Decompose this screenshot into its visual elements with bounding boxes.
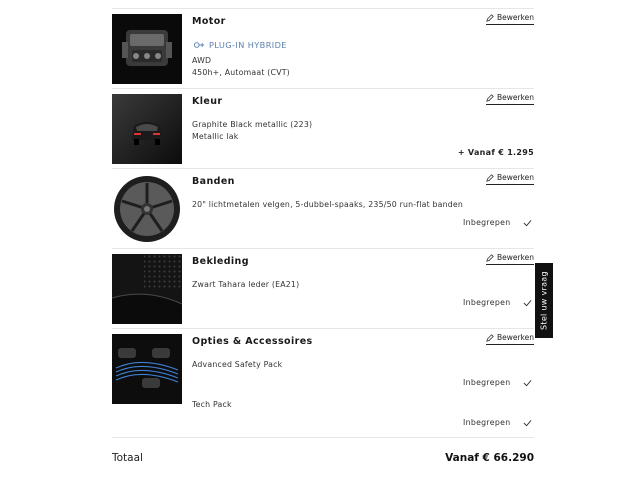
wheel-description: 20" lichtmetalen velgen, 5-dubbel-spaaks… [192, 200, 464, 209]
hybrid-label: PLUG-IN HYBRIDE [209, 40, 287, 50]
pencil-icon [486, 13, 494, 22]
pencil-icon [486, 333, 494, 342]
section-banden: Banden Bewerken 20" lichtmetalen velgen,… [112, 168, 534, 248]
safety-pack-image [112, 334, 182, 404]
edit-banden-button[interactable]: Bewerken [485, 173, 534, 185]
configuration-summary: Motor Bewerken PLUG-IN HYBRIDE AWD 450h+… [0, 0, 640, 480]
edit-label: Bewerken [496, 13, 534, 22]
checkmark-icon [523, 380, 532, 387]
total-price: Vanaf € 66.290 [445, 452, 534, 464]
option-item-label: Tech Pack [192, 400, 232, 409]
section-title: Opties & Accessoires [192, 336, 313, 347]
included-status: Inbegrepen [463, 218, 511, 227]
wheel-image [112, 174, 182, 244]
edit-label: Bewerken [496, 93, 534, 102]
option-item-label: Advanced Safety Pack [192, 360, 283, 369]
paint-type-text: Metallic lak [192, 132, 239, 141]
plug-in-hybrid-badge: PLUG-IN HYBRIDE [194, 40, 287, 50]
section-opties: Opties & Accessoires Bewerken Advanced S… [112, 328, 534, 438]
included-status: Inbegrepen [463, 418, 511, 427]
included-status: Inbegrepen [463, 378, 511, 387]
color-price: + Vanaf € 1.295 [457, 148, 534, 157]
edit-motor-button[interactable]: Bewerken [485, 13, 534, 25]
section-title: Bekleding [192, 256, 249, 267]
edit-bekleding-button[interactable]: Bewerken [485, 253, 534, 265]
total-row: Totaal Vanaf € 66.290 [112, 437, 534, 480]
car-color-image [112, 94, 182, 164]
plug-icon [194, 42, 205, 48]
section-title: Kleur [192, 96, 223, 107]
edit-label: Bewerken [496, 253, 534, 262]
included-status: Inbegrepen [463, 298, 511, 307]
engine-image [112, 14, 182, 84]
section-motor: Motor Bewerken PLUG-IN HYBRIDE AWD 450h+… [112, 8, 534, 88]
checkmark-icon [523, 220, 532, 227]
edit-label: Bewerken [496, 333, 534, 342]
engine-text: 450h+, Automaat (CVT) [192, 68, 290, 77]
pencil-icon [486, 173, 494, 182]
pencil-icon [486, 93, 494, 102]
color-name-text: Graphite Black metallic (223) [192, 120, 313, 129]
section-title: Banden [192, 176, 235, 187]
ask-question-tab[interactable]: Stel uw vraag [535, 263, 553, 338]
section-bekleding: Bekleding Bewerken Zwart Tahara leder (E… [112, 248, 534, 328]
checkmark-icon [523, 420, 532, 427]
pencil-icon [486, 253, 494, 262]
edit-kleur-button[interactable]: Bewerken [485, 93, 534, 105]
checkmark-icon [523, 300, 532, 307]
total-label: Totaal [112, 452, 143, 464]
edit-label: Bewerken [496, 173, 534, 182]
upholstery-description: Zwart Tahara leder (EA21) [192, 280, 300, 289]
section-title: Motor [192, 16, 226, 27]
drive-text: AWD [192, 56, 212, 65]
upholstery-image [112, 254, 182, 324]
edit-opties-button[interactable]: Bewerken [485, 333, 534, 345]
section-kleur: Kleur Bewerken Graphite Black metallic (… [112, 88, 534, 168]
